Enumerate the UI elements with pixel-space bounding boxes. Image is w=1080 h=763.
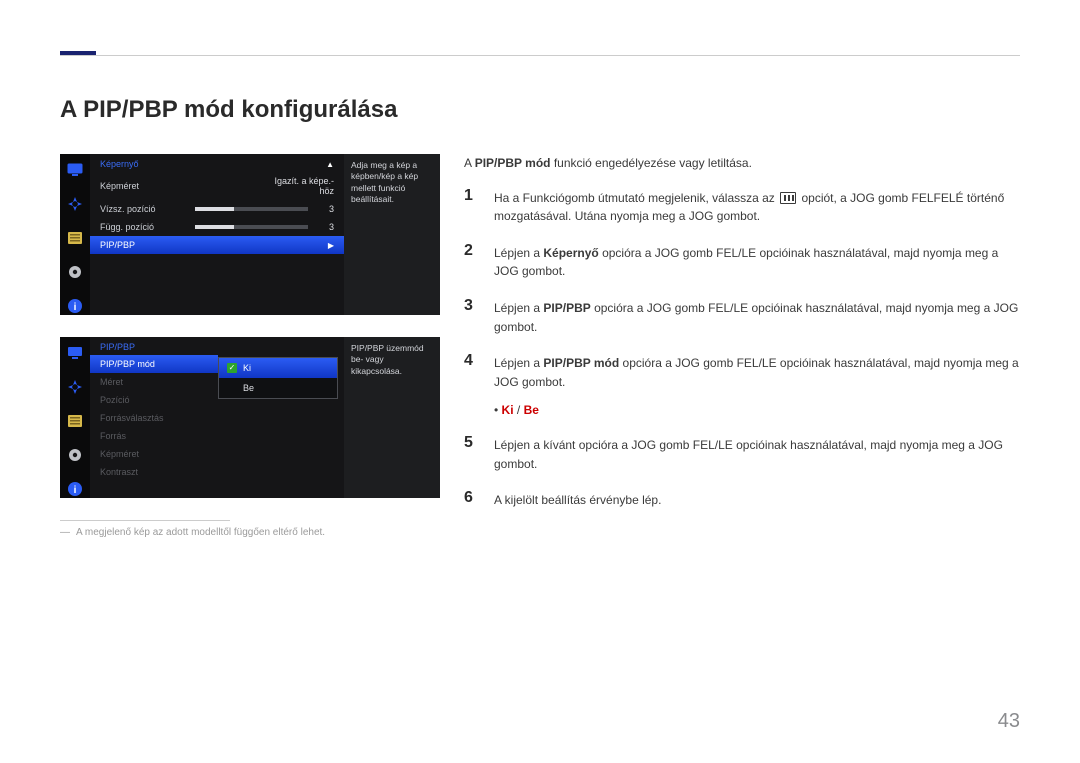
osd-row-label: Képméret bbox=[100, 181, 262, 191]
text-bold: PIP/PBP bbox=[543, 301, 590, 315]
top-rule bbox=[60, 55, 1020, 56]
osd-row-label: Képméret bbox=[100, 449, 208, 459]
osd-help-text: Adja meg a kép a képben/kép a kép mellet… bbox=[344, 154, 440, 315]
step-number: 1 bbox=[464, 187, 478, 226]
step-number: 5 bbox=[464, 434, 478, 473]
osd-row-forrasvalasztas: Forrásválasztás bbox=[90, 409, 218, 427]
osd-option-label: Ki bbox=[243, 363, 251, 373]
step-text: A kijelölt beállítás érvénybe lép. bbox=[494, 489, 1020, 510]
osd-sidebar: i bbox=[60, 154, 90, 315]
slider-track bbox=[195, 207, 308, 211]
list-icon bbox=[66, 229, 84, 247]
osd-option-be: Be bbox=[219, 378, 337, 398]
osd-sub-menu: ✓ Ki Be bbox=[218, 357, 338, 399]
chevron-up-icon: ▲ bbox=[326, 160, 334, 169]
osd-row-meret: Méret bbox=[90, 373, 218, 391]
monitor-icon bbox=[66, 161, 84, 179]
chevron-right-icon: ▶ bbox=[328, 241, 334, 250]
osd-row-label: Méret bbox=[100, 377, 208, 387]
osd-screenshot-kepernyo: i Képernyő ▲ Képméret Igazít. a képe.-hö… bbox=[60, 154, 440, 315]
osd-row-label: Forrás bbox=[100, 431, 208, 441]
osd-row-value: 3 bbox=[316, 222, 334, 232]
step-text: Ha a Funkciógomb útmutató megjelenik, vá… bbox=[494, 187, 1020, 226]
osd-help-text: PIP/PBP üzemmód be- vagy kikapcsolása. bbox=[344, 337, 440, 498]
osd-row-value: 3 bbox=[316, 204, 334, 214]
osd-row-pozicio: Pozíció bbox=[90, 391, 218, 409]
check-icon: ✓ bbox=[227, 363, 237, 373]
step-number: 4 bbox=[464, 352, 478, 391]
bullet-ki-be: Ki / Be bbox=[494, 401, 1020, 420]
step-1: 1 Ha a Funkciógomb útmutató megjelenik, … bbox=[464, 187, 1020, 226]
osd-row-value: Igazít. a képe.-höz bbox=[262, 176, 334, 196]
menu-icon bbox=[780, 192, 796, 204]
osd-row-label: Vízsz. pozíció bbox=[100, 204, 195, 214]
osd-header: PIP/PBP bbox=[90, 337, 218, 355]
text-ki: Ki bbox=[502, 403, 514, 417]
text: Lépjen a bbox=[494, 301, 543, 315]
step-number: 2 bbox=[464, 242, 478, 281]
gear-icon bbox=[66, 446, 84, 464]
step-number: 6 bbox=[464, 489, 478, 510]
step-text: Lépjen a Képernyő opcióra a JOG gomb FEL… bbox=[494, 242, 1020, 281]
osd-row-kepmeret: Képméret bbox=[90, 445, 218, 463]
monitor-icon bbox=[66, 344, 84, 362]
svg-text:i: i bbox=[74, 302, 77, 313]
page-title: A PIP/PBP mód konfigurálása bbox=[60, 96, 1020, 124]
osd-row-fugg: Függ. pozíció 3 bbox=[90, 218, 344, 236]
step-2: 2 Lépjen a Képernyő opcióra a JOG gomb F… bbox=[464, 242, 1020, 281]
accent-bar bbox=[60, 51, 96, 55]
osd-header-label: Képernyő bbox=[100, 159, 139, 169]
step-text: Lépjen a kívánt opcióra a JOG gomb FEL/L… bbox=[494, 434, 1020, 473]
osd-row-label: PIP/PBP mód bbox=[100, 359, 208, 369]
text-bold: PIP/PBP mód bbox=[475, 156, 551, 170]
page-number: 43 bbox=[998, 710, 1020, 733]
step-3: 3 Lépjen a PIP/PBP opcióra a JOG gomb FE… bbox=[464, 297, 1020, 336]
step-6: 6 A kijelölt beállítás érvénybe lép. bbox=[464, 489, 1020, 510]
text: Lépjen a bbox=[494, 246, 543, 260]
osd-row-label: Függ. pozíció bbox=[100, 222, 195, 232]
footnote: ―A megjelenő kép az adott modelltől függ… bbox=[60, 527, 440, 538]
step-number: 3 bbox=[464, 297, 478, 336]
nav-icon bbox=[66, 195, 84, 213]
slider-track bbox=[195, 225, 308, 229]
osd-row-label: PIP/PBP bbox=[100, 240, 328, 250]
text-bold: Képernyő bbox=[543, 246, 598, 260]
list-icon bbox=[66, 412, 84, 430]
intro-text: A PIP/PBP mód funkció engedélyezése vagy… bbox=[464, 154, 1020, 173]
osd-row-pippbp: PIP/PBP ▶ bbox=[90, 236, 344, 254]
text-be: Be bbox=[524, 403, 539, 417]
osd-header: Képernyő ▲ bbox=[90, 154, 344, 172]
osd-row-label: Pozíció bbox=[100, 395, 208, 405]
osd-row-pippbp-mod: PIP/PBP mód bbox=[90, 355, 218, 373]
osd-row-kontraszt: Kontraszt bbox=[90, 463, 218, 481]
text: A bbox=[464, 156, 475, 170]
osd-option-label: Be bbox=[243, 383, 254, 393]
step-4: 4 Lépjen a PIP/PBP mód opcióra a JOG gom… bbox=[464, 352, 1020, 391]
nav-icon bbox=[66, 378, 84, 396]
osd-row-label: Kontraszt bbox=[100, 467, 208, 477]
svg-text:i: i bbox=[74, 485, 77, 496]
osd-row-label: Forrásválasztás bbox=[100, 413, 208, 423]
osd-option-ki: ✓ Ki bbox=[219, 358, 337, 378]
osd-row-kepmeret: Képméret Igazít. a képe.-höz bbox=[90, 172, 344, 200]
osd-row-vizsz: Vízsz. pozíció 3 bbox=[90, 200, 344, 218]
text-bold: PIP/PBP mód bbox=[543, 356, 619, 370]
gear-icon bbox=[66, 263, 84, 281]
text: funkció engedélyezése vagy letiltása. bbox=[550, 156, 751, 170]
header-rule bbox=[60, 55, 1020, 56]
footnote-rule bbox=[60, 520, 230, 521]
osd-header-label: PIP/PBP bbox=[100, 342, 135, 352]
text: / bbox=[514, 403, 524, 417]
text: Ha a Funkciógomb útmutató megjelenik, vá… bbox=[494, 191, 778, 205]
step-text: Lépjen a PIP/PBP opcióra a JOG gomb FEL/… bbox=[494, 297, 1020, 336]
footnote-text: A megjelenő kép az adott modelltől függő… bbox=[76, 527, 325, 538]
step-text: Lépjen a PIP/PBP mód opcióra a JOG gomb … bbox=[494, 352, 1020, 391]
osd-screenshot-pippbp: i PIP/PBP PIP/PBP mód Méret Pozíció bbox=[60, 337, 440, 498]
osd-sidebar: i bbox=[60, 337, 90, 498]
text: Lépjen a bbox=[494, 356, 543, 370]
step-5: 5 Lépjen a kívánt opcióra a JOG gomb FEL… bbox=[464, 434, 1020, 473]
osd-row-forras: Forrás bbox=[90, 427, 218, 445]
info-icon: i bbox=[66, 297, 84, 315]
info-icon: i bbox=[66, 480, 84, 498]
